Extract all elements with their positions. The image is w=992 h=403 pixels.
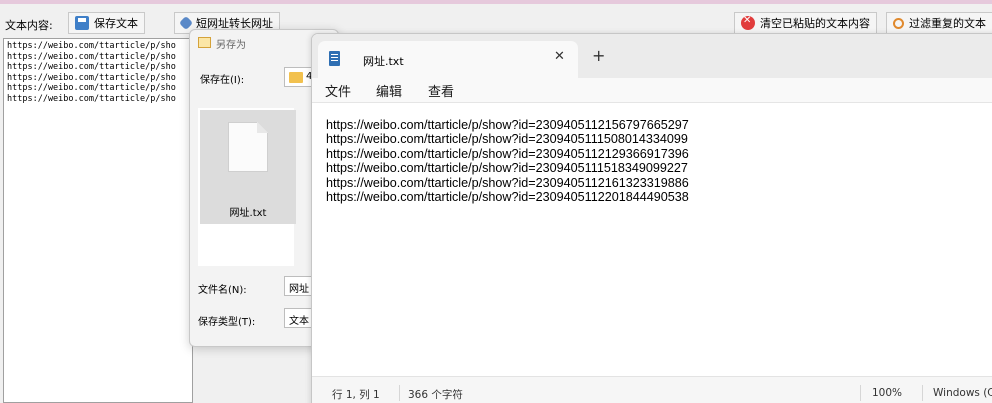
editor-line: https://weibo.com/ttarticle/p/show?id=23… [326, 118, 689, 132]
editor-line: https://weibo.com/ttarticle/p/show?id=23… [326, 190, 689, 205]
save-in-label: 保存在(I): [200, 75, 245, 86]
character-count: 366 个字符 [408, 389, 463, 401]
notepad-icon [329, 51, 340, 66]
editor-line: https://weibo.com/ttarticle/p/show?id=23… [326, 175, 689, 190]
clear-icon [741, 15, 755, 30]
text-line: https://weibo.com/ttarticle/p/sho [7, 72, 176, 83]
text-line: https://weibo.com/ttarticle/p/sho [7, 62, 176, 72]
editor-line: https://weibo.com/ttarticle/p/show?id=23… [326, 132, 688, 147]
menu-file[interactable]: 文件 [325, 81, 351, 100]
text-file-icon [228, 122, 268, 172]
zoom-level[interactable]: 100% [872, 387, 902, 399]
notepad-statusbar: 行 1, 列 1 366 个字符 100% Windows (C [312, 376, 992, 403]
desktop: 文本内容: 保存文本 短网址转长网址 清空已粘贴的文本内容 过滤重复的文本 ht… [0, 0, 992, 403]
menu-edit[interactable]: 编辑 [376, 81, 402, 100]
editor-line: https://weibo.com/ttarticle/p/show?id=23… [326, 161, 688, 176]
menu-view[interactable]: 查看 [428, 81, 454, 100]
clear-pasted-text-button[interactable]: 清空已粘贴的文本内容 [734, 12, 877, 34]
file-item[interactable]: 网址.txt [200, 110, 296, 224]
notepad-tab-title: 网址.txt [363, 55, 404, 68]
line-ending[interactable]: Windows (C [933, 387, 992, 399]
main-toolbar: 文本内容: 保存文本 短网址转长网址 清空已粘贴的文本内容 过滤重复的文本 [0, 4, 992, 36]
save-text-label: 保存文本 [94, 17, 138, 30]
text-line: https://weibo.com/ttarticle/p/sho [7, 41, 176, 51]
clear-pasted-text-label: 清空已粘贴的文本内容 [760, 17, 870, 30]
text-line: https://weibo.com/ttarticle/p/sho [7, 51, 176, 62]
status-divider [860, 385, 861, 401]
text-content-area[interactable]: https://weibo.com/ttarticle/p/sho https:… [3, 38, 193, 403]
folder-icon [289, 72, 303, 83]
text-content-label: 文本内容: [5, 19, 53, 32]
file-item-name: 网址.txt [229, 208, 267, 219]
text-line: https://weibo.com/ttarticle/p/sho [7, 93, 176, 104]
notepad-tab[interactable]: 网址.txt ✕ [318, 41, 578, 78]
search-filter-icon [893, 17, 904, 29]
save-as-dialog-icon [198, 37, 211, 48]
status-divider [922, 385, 923, 401]
new-tab-icon[interactable]: + [592, 46, 605, 65]
filter-duplicates-button[interactable]: 过滤重复的文本 [886, 12, 992, 34]
save-text-button[interactable]: 保存文本 [68, 12, 145, 34]
link-icon [178, 15, 194, 31]
save-as-dialog-title: 另存为 [216, 40, 246, 51]
notepad-menubar: 文件 编辑 查看 [312, 78, 992, 103]
text-line: https://weibo.com/ttarticle/p/sho [7, 83, 176, 93]
editor-line: https://weibo.com/ttarticle/p/show?id=23… [326, 146, 689, 161]
cursor-position: 行 1, 列 1 [332, 389, 380, 401]
notepad-titlebar: 网址.txt ✕ + [312, 34, 992, 78]
filename-label: 文件名(N): [198, 285, 247, 296]
notepad-window: 网址.txt ✕ + 文件 编辑 查看 https://weibo.com/tt… [311, 33, 992, 403]
status-divider [399, 385, 400, 401]
save-icon [75, 16, 89, 30]
filetype-label: 保存类型(T): [198, 317, 256, 328]
filter-duplicates-label: 过滤重复的文本 [909, 17, 986, 30]
notepad-text-editor[interactable]: https://weibo.com/ttarticle/p/show?id=23… [326, 118, 689, 204]
close-tab-icon[interactable]: ✕ [554, 49, 565, 64]
file-list: 网址.txt [198, 108, 296, 266]
